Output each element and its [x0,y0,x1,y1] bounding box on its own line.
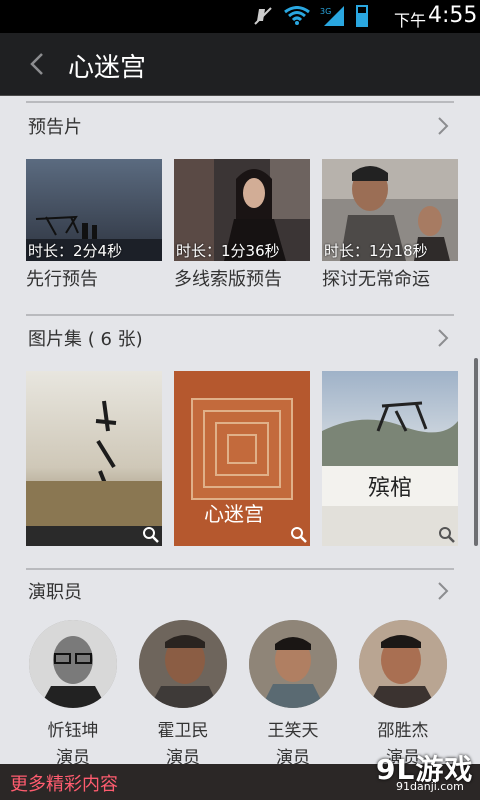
avatar [29,620,117,708]
watermark: 9L游戏 91danji.com [376,748,476,796]
title-bar: 心迷宫 [0,33,480,96]
status-time: 4:55 [428,3,478,28]
trailer-thumbnail: 时长：1分18秒 [322,159,458,261]
cast-member[interactable]: 王笑天 演员 [238,620,348,765]
watermark-url: 91danji.com [396,780,464,793]
cast-member[interactable]: 霍卫民 演员 [128,620,238,765]
trailer-thumbnail: 时长：1分36秒 [174,159,310,261]
cast-role: 演员 [276,748,310,765]
cast-role: 演员 [56,748,90,765]
avatar [359,620,447,708]
scrollbar[interactable] [474,358,478,546]
trailers-section-title: 预告片 [28,117,82,138]
gallery-image[interactable]: 殡棺 [322,371,458,546]
poster-image [26,371,162,546]
battery-icon [356,5,368,27]
signal-icon: 3G [320,6,344,26]
chevron-left-icon[interactable] [26,51,48,77]
trailer-caption: 多线索版预告 [174,269,282,290]
cast-member[interactable]: 邵胜杰 演员 [348,620,458,765]
section-divider [26,568,454,570]
poster-image: 殡棺 [322,371,458,546]
mute-icon [254,7,272,25]
zoom-icon [291,527,307,543]
avatar [249,620,337,708]
gallery-section-title: 图片集 ( 6 张) [28,329,143,350]
trailer-duration: 时长：2分4秒 [28,242,123,260]
zoom-icon [143,527,159,543]
gallery-image[interactable] [26,371,162,546]
trailer-duration: 时长：1分36秒 [176,242,280,260]
section-divider [26,101,454,103]
cast-member[interactable]: 忻钰坤 演员 [18,620,128,765]
chevron-right-icon[interactable] [436,116,450,136]
poster-image: 心迷宫 [174,371,310,546]
trailer-caption: 先行预告 [26,269,98,290]
detail-content[interactable]: 预告片 时长：2分4秒 先行预告 时长：1分36秒 多线索版预告 时长：1分18… [0,96,480,765]
zoom-icon [439,527,455,543]
status-ampm: 下午 [394,11,427,30]
page-title: 心迷宫 [68,53,147,83]
trailer-duration: 时长：1分18秒 [324,242,428,260]
section-divider [26,314,454,316]
network-type: 3G [320,7,331,16]
wifi-icon [284,6,310,25]
cast-section-title: 演职员 [28,582,82,603]
more-content-link[interactable]: 更多精彩内容 [10,770,118,796]
trailer-caption: 探讨无常命运 [322,269,430,290]
cast-name: 忻钰坤 [47,721,99,741]
cast-name: 霍卫民 [157,721,209,741]
poster-title-text: 殡棺 [368,476,412,501]
cast-name: 王笑天 [267,721,319,741]
gallery-image[interactable]: 心迷宫 [174,371,310,546]
poster-title-text: 心迷宫 [204,502,264,526]
cast-name: 邵胜杰 [377,721,429,741]
status-bar: 3G 下午 4:55 [0,0,480,33]
chevron-right-icon[interactable] [436,581,450,601]
avatar [139,620,227,708]
chevron-right-icon[interactable] [436,328,450,348]
cast-role: 演员 [166,748,200,765]
trailer-thumbnail: 时长：2分4秒 [26,159,162,261]
